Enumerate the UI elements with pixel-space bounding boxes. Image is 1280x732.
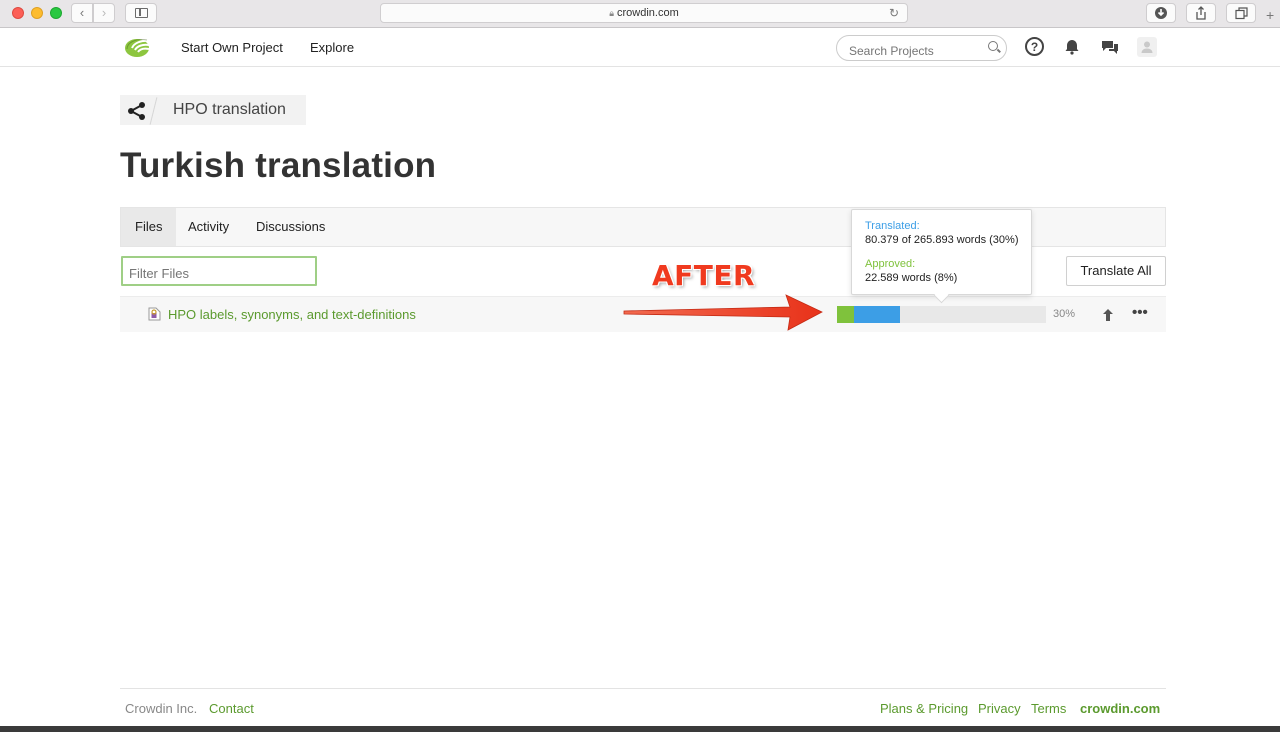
breadcrumb-separator <box>149 97 158 125</box>
address-bar[interactable]: 🔒︎ crowdin.com ↻ <box>380 3 908 23</box>
explore-link[interactable]: Explore <box>310 40 354 55</box>
file-name-link[interactable]: HPO labels, synonyms, and text-definitio… <box>168 307 416 322</box>
os-taskbar <box>0 726 1280 732</box>
start-own-project-link[interactable]: Start Own Project <box>181 40 283 55</box>
breadcrumb: HPO translation <box>120 95 306 125</box>
new-tab-icon[interactable]: + <box>1266 7 1274 23</box>
lock-icon: 🔒︎ <box>609 8 615 18</box>
annotation-arrow-icon <box>623 294 823 331</box>
footer-plans-link[interactable]: Plans & Pricing <box>880 701 968 716</box>
browser-toolbar: ‹ › 🔒︎ crowdin.com ↻ + <box>0 0 1280 28</box>
progress-percent: 30% <box>1053 308 1076 320</box>
upload-icon[interactable] <box>1102 308 1114 322</box>
reload-icon[interactable]: ↻ <box>889 4 899 22</box>
annotation-label: AFTER <box>652 259 756 292</box>
share-icon[interactable] <box>127 101 147 121</box>
tabs-icon <box>1234 7 1248 20</box>
breadcrumb-project-link[interactable]: HPO translation <box>173 101 286 119</box>
tab-activity[interactable]: Activity <box>174 208 243 246</box>
tooltip-translated-label: Translated: <box>865 220 920 232</box>
minimize-window-button[interactable] <box>31 7 43 19</box>
downloads-button[interactable] <box>1146 3 1176 23</box>
bell-icon[interactable] <box>1062 37 1082 57</box>
back-button[interactable]: ‹ <box>71 3 93 23</box>
tabs-overview-button[interactable] <box>1226 3 1256 23</box>
progress-tooltip: Translated: 80.379 of 265.893 words (30%… <box>851 209 1032 295</box>
tooltip-approved-label: Approved: <box>865 258 916 270</box>
crowdin-logo-icon[interactable] <box>124 36 156 58</box>
footer-contact-link[interactable]: Contact <box>209 701 254 716</box>
sidebar-toggle-button[interactable] <box>125 3 157 23</box>
sidebar-icon <box>135 8 148 18</box>
progress-translated-segment <box>854 306 900 323</box>
page-title: Turkish translation <box>120 146 437 185</box>
user-avatar-icon[interactable] <box>1137 37 1157 57</box>
zoom-window-button[interactable] <box>50 7 62 19</box>
messages-icon[interactable] <box>1100 37 1120 57</box>
share-button[interactable] <box>1186 3 1216 23</box>
search-icon[interactable] <box>988 41 998 51</box>
footer-terms-link[interactable]: Terms <box>1031 701 1066 716</box>
footer-brand-link[interactable]: crowdin.com <box>1080 701 1160 716</box>
forward-button[interactable]: › <box>93 3 115 23</box>
tooltip-translated-value: 80.379 of 265.893 words (30%) <box>865 234 1019 246</box>
tab-files[interactable]: Files <box>121 208 177 246</box>
help-icon[interactable]: ? <box>1025 37 1044 56</box>
tooltip-approved-value: 22.589 words (8%) <box>865 272 958 284</box>
footer-company: Crowdin Inc. <box>125 701 198 716</box>
close-window-button[interactable] <box>12 7 24 19</box>
file-icon <box>148 307 161 321</box>
footer-privacy-link[interactable]: Privacy <box>978 701 1021 716</box>
tab-discussions[interactable]: Discussions <box>242 208 339 246</box>
site-header: Start Own Project Explore ? <box>0 28 1280 67</box>
translate-all-button[interactable]: Translate All <box>1066 256 1166 286</box>
url-text: crowdin.com <box>617 7 679 19</box>
download-icon <box>1155 7 1167 19</box>
more-options-icon[interactable]: ••• <box>1132 305 1148 320</box>
search-projects-input[interactable] <box>836 35 1007 61</box>
filter-files-input[interactable] <box>121 256 317 286</box>
share-browser-icon <box>1196 6 1206 20</box>
